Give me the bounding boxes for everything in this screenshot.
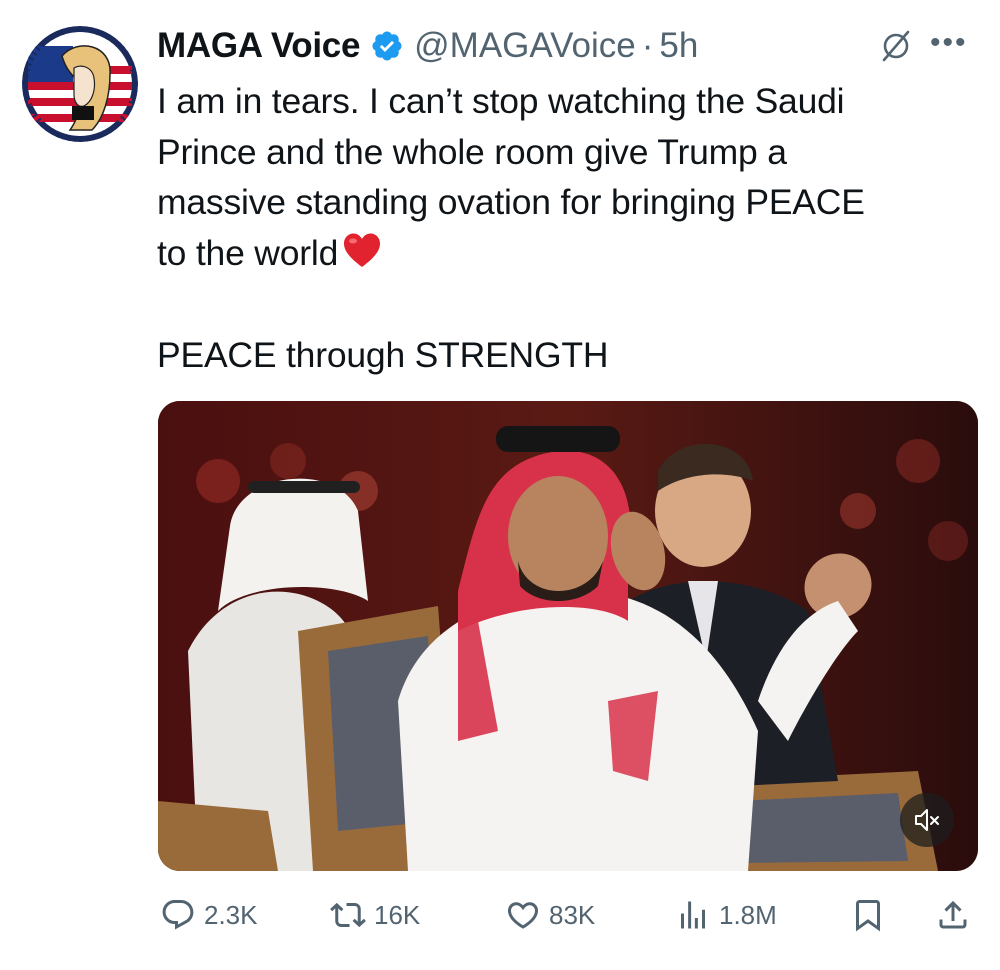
video-player[interactable] [158, 401, 978, 871]
mute-toggle-button[interactable] [900, 793, 954, 847]
share-icon [939, 900, 967, 929]
speaker-muted-icon [915, 809, 939, 831]
tweet-line: to the world [157, 232, 339, 273]
grok-icon[interactable] [878, 28, 914, 64]
more-options-icon[interactable]: ••• [930, 26, 968, 60]
tweet-line-last: to the world [157, 228, 977, 279]
repost-button[interactable]: 16K [330, 890, 420, 940]
video-thumbnail [158, 401, 978, 871]
reply-button[interactable]: 2.3K [160, 890, 258, 940]
views-count: 1.8M [719, 899, 777, 930]
action-bar: 2.3K 16K 83K 1.8M [0, 890, 1000, 940]
bookmark-button[interactable] [850, 890, 886, 940]
avatar[interactable] [22, 26, 138, 142]
tweet-tagline: PEACE through STRENGTH [157, 335, 609, 375]
views-button[interactable]: 1.8M [675, 890, 777, 940]
views-bar-chart-icon [681, 901, 705, 929]
bookmark-icon [856, 900, 880, 932]
tweet-line: Prince and the whole room give Trump a [157, 131, 787, 172]
author-handle[interactable]: @MAGAVoice [414, 26, 636, 66]
repost-count: 16K [374, 899, 421, 930]
heart-icon [507, 902, 539, 929]
tweet-line: I am in tears. I can’t stop watching the… [157, 81, 845, 121]
like-button[interactable]: 83K [505, 890, 595, 940]
tweet-header: MAGA Voice @MAGAVoice · 5h [157, 24, 977, 68]
repost-icon [330, 902, 366, 928]
verified-badge-icon[interactable] [370, 29, 404, 63]
tweet-text: I am in tears. I can’t stop watching the… [157, 76, 977, 278]
reply-icon [162, 900, 194, 930]
timestamp[interactable]: 5h [659, 26, 698, 66]
display-name[interactable]: MAGA Voice [157, 26, 360, 66]
reply-count: 2.3K [204, 899, 258, 930]
tweet-line: massive standing ovation for bringing PE… [157, 182, 865, 222]
share-button[interactable] [935, 890, 971, 940]
like-count: 83K [549, 899, 596, 930]
red-heart-emoji-icon [344, 233, 381, 267]
avatar-image [22, 26, 138, 142]
separator-dot: · [641, 26, 654, 65]
